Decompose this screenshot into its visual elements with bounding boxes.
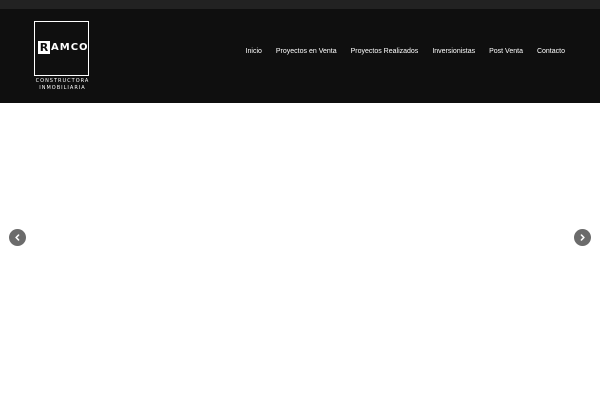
logo[interactable]: R AMCO CONSTRUCTORA INMOBILIARIA	[34, 21, 89, 91]
nav-item-proyectos-en-venta[interactable]: Proyectos en Venta	[276, 47, 337, 56]
slider-next-button[interactable]	[574, 229, 591, 246]
chevron-right-icon	[579, 234, 586, 241]
nav-item-contacto[interactable]: Contacto	[537, 47, 565, 56]
nav-item-inicio[interactable]: Inicio	[246, 47, 262, 56]
slider-prev-button[interactable]	[9, 229, 26, 246]
site-header: R AMCO CONSTRUCTORA INMOBILIARIA Inicio …	[0, 9, 600, 103]
logo-subtitle-1: CONSTRUCTORA	[35, 78, 90, 84]
nav-item-proyectos-realizados[interactable]: Proyectos Realizados	[351, 47, 419, 56]
logo-subtitle-2: INMOBILIARIA	[39, 85, 86, 91]
logo-wordmark: R AMCO	[38, 41, 89, 54]
top-bar	[0, 0, 600, 9]
logo-initial: R	[38, 41, 50, 54]
logo-name: AMCO	[51, 42, 89, 53]
nav-item-post-venta[interactable]: Post Venta	[489, 47, 523, 56]
hero-slider	[0, 103, 600, 400]
nav-item-inversionistas[interactable]: Inversionistas	[432, 47, 475, 56]
main-nav: Inicio Proyectos en Venta Proyectos Real…	[246, 47, 565, 56]
chevron-left-icon	[14, 234, 21, 241]
